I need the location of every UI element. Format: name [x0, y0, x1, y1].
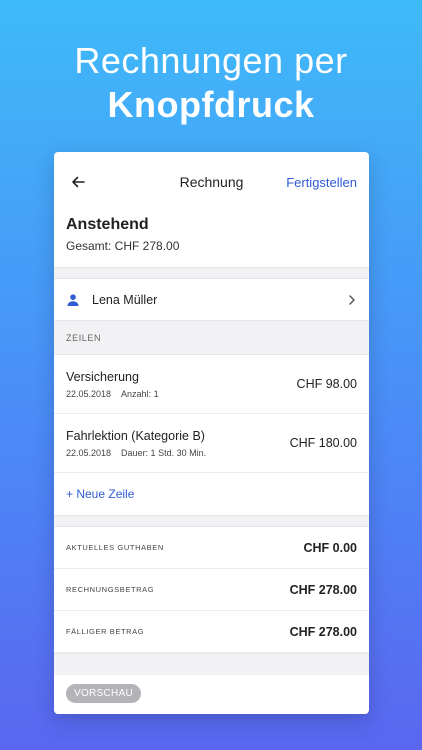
divider	[54, 515, 369, 527]
line-item-date: 22.05.2018	[66, 388, 112, 399]
line-item[interactable]: Versicherung 22.05.2018 Anzahl: 1 CHF 98.…	[54, 355, 369, 414]
line-item-amount: CHF 180.00	[289, 436, 357, 450]
preview-button[interactable]: VORSCHAU	[66, 684, 142, 703]
person-icon	[67, 293, 79, 306]
customer-row[interactable]: Lena Müller	[54, 279, 369, 320]
invoice-status: Anstehend	[66, 216, 149, 233]
add-line-button[interactable]: + Neue Zeile	[54, 473, 369, 515]
hero-line-1: Rechnungen per	[74, 40, 348, 81]
line-item[interactable]: Fahrlektion (Kategorie B) 22.05.2018 Daue…	[54, 414, 369, 473]
total-value: CHF 0.00	[303, 540, 358, 555]
navbar: Rechnung Fertigstellen	[54, 152, 369, 212]
invoice-total: Gesamt: CHF 278.00	[66, 239, 180, 253]
hero: Rechnungen per Knopfdruck	[0, 40, 422, 126]
total-value: CHF 278.00	[289, 624, 357, 639]
current-balance-row: AKTUELLES GUTHABEN CHF 0.00	[54, 527, 369, 569]
line-item-title: Fahrlektion (Kategorie B)	[66, 428, 205, 443]
total-value: CHF 278.00	[289, 582, 357, 597]
amount-due-row: FÄLLIGER BETRAG CHF 278.00	[54, 611, 369, 653]
divider	[54, 653, 369, 675]
hero-line-2: Knopfdruck	[107, 84, 315, 125]
lines-section-header: ZEILEN	[54, 320, 369, 355]
finish-button[interactable]: Fertigstellen	[286, 175, 357, 190]
invoice-card: Rechnung Fertigstellen Anstehend Gesamt:…	[54, 152, 369, 714]
line-item-detail: Dauer: 1 Std. 30 Min.	[121, 447, 207, 458]
line-item-detail: Anzahl: 1	[121, 388, 159, 399]
back-button[interactable]	[66, 170, 90, 194]
customer-name: Lena Müller	[92, 292, 158, 307]
invoice-amount-row: RECHNUNGSBETRAG CHF 278.00	[54, 569, 369, 611]
invoice-summary: Anstehend Gesamt: CHF 278.00	[54, 212, 369, 267]
line-item-amount: CHF 98.00	[296, 377, 357, 391]
total-label: RECHNUNGSBETRAG	[66, 585, 155, 594]
total-label: AKTUELLES GUTHABEN	[66, 543, 164, 552]
arrow-left-icon	[72, 176, 85, 188]
card-footer: VORSCHAU	[54, 675, 369, 711]
total-label: FÄLLIGER BETRAG	[66, 627, 145, 636]
divider	[54, 267, 369, 279]
chevron-right-icon	[349, 294, 355, 305]
line-item-date: 22.05.2018	[66, 447, 112, 458]
line-item-title: Versicherung	[66, 369, 139, 384]
